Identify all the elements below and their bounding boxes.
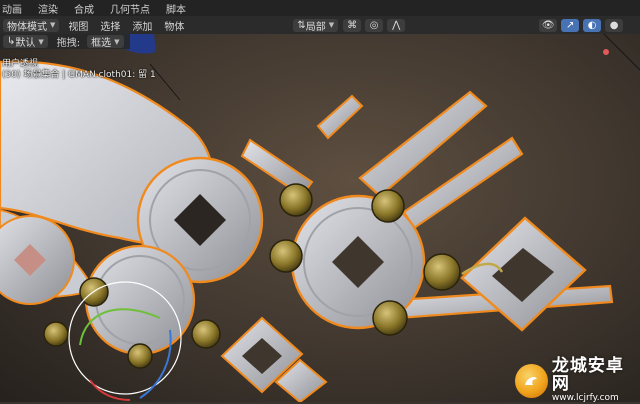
orientation-icon: ↳	[7, 36, 16, 47]
falloff-icon[interactable]: ⋀	[387, 18, 406, 32]
visibility-icon[interactable]: 👁	[539, 18, 558, 32]
tab-geometry-nodes[interactable]: 几何节点	[102, 1, 158, 16]
tab-scripting[interactable]: 脚本	[158, 1, 194, 16]
chevron-down-icon: ▼	[38, 37, 44, 46]
menu-select[interactable]: 选择	[94, 18, 126, 33]
3d-viewport[interactable]	[0, 0, 640, 402]
drag-label: 拖拽:	[56, 38, 81, 49]
overlay-icon[interactable]: ◐	[583, 18, 602, 32]
chevron-down-icon: ▼	[50, 21, 56, 29]
orientation-dropdown-label: 默认	[15, 38, 36, 49]
chevron-down-icon: ▼	[328, 21, 335, 29]
orientation-dropdown[interactable]: ↳ 默认 ▼	[3, 35, 48, 49]
pivot-icon: ⇅	[297, 19, 306, 31]
tab-animation[interactable]: 动画	[0, 1, 30, 16]
origin-point-icon	[603, 49, 609, 55]
drag-dropdown-label: 框选	[91, 38, 112, 49]
gizmo-icon[interactable]: ↗	[561, 18, 580, 32]
tab-compositing[interactable]: 合成	[66, 1, 102, 16]
watermark-url: www.lcjrfy.com	[551, 393, 619, 404]
viewport-header: 物体模式 ▼ 视图 选择 添加 物体 ⇅ 局部 ▼ ⌘ ◎ ⋀ 👁 ↗ ◐ ●	[0, 16, 640, 34]
menu-object[interactable]: 物体	[158, 18, 190, 33]
workspace-tab-bar: 动画 渲染 合成 几何节点 脚本	[0, 0, 640, 16]
menu-add[interactable]: 添加	[126, 18, 158, 33]
menu-view[interactable]: 视图	[62, 18, 94, 33]
mode-dropdown-label: 物体模式	[7, 21, 47, 33]
pivot-dropdown-label: 局部	[305, 21, 326, 33]
proportional-icon[interactable]: ◎	[365, 18, 384, 32]
mode-dropdown[interactable]: 物体模式 ▼	[3, 18, 60, 33]
object-info-text: (50) 场景集合 | GMAN.cloth01: 留 1	[2, 70, 156, 80]
pivot-dropdown[interactable]: ⇅ 局部 ▼	[293, 18, 339, 33]
watermark-text: 龙城安卓网 www.lcjrfy.com	[552, 358, 639, 403]
snap-icon[interactable]: ⌘	[343, 18, 362, 32]
shading-icon[interactable]: ●	[605, 18, 624, 32]
tool-settings-bar: ↳ 默认 ▼ 拖拽: 框选 ▼	[0, 34, 130, 49]
watermark-logo-icon	[515, 364, 548, 398]
watermark-title: 龙城安卓网	[551, 356, 624, 395]
drag-dropdown[interactable]: 框选 ▼	[87, 35, 124, 49]
chevron-down-icon: ▼	[114, 37, 120, 46]
watermark: 龙城安卓网 www.lcjrfy.com	[515, 358, 639, 403]
tab-rendering[interactable]: 渲染	[30, 1, 66, 16]
